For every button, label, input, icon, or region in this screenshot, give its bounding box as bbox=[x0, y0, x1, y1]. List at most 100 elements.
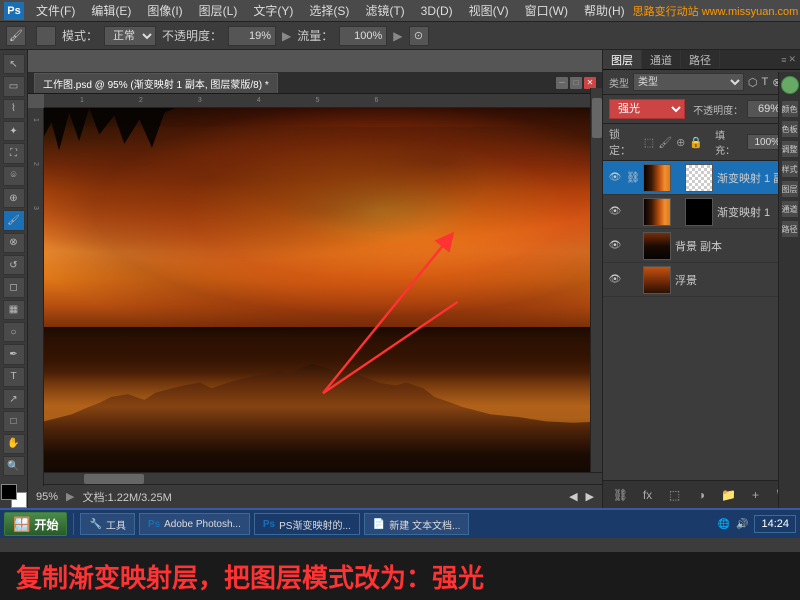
blend-mode-select[interactable]: 强光 正常 叠加 柔光 bbox=[609, 99, 685, 119]
lasso-tool[interactable]: ⌇ bbox=[3, 99, 25, 119]
taskbar-item-ps[interactable]: Ps Adobe Photosh... bbox=[139, 513, 250, 535]
move-tool[interactable]: ↖ bbox=[3, 54, 25, 74]
tab-channels[interactable]: 通道 bbox=[642, 50, 681, 69]
strip-channels[interactable]: 通道 bbox=[781, 200, 799, 218]
taskbar-item-tools[interactable]: 🔧 工具 bbox=[80, 513, 134, 535]
strip-swatches[interactable]: 色板 bbox=[781, 120, 799, 138]
tab-layers[interactable]: 图层 bbox=[603, 50, 642, 69]
eyedropper-tool[interactable]: ⌾ bbox=[3, 166, 25, 186]
layer-item-0[interactable]: 👁 ⛓ 渐变映射 1 副本... bbox=[603, 161, 800, 195]
strip-style[interactable]: 样式 bbox=[781, 160, 799, 178]
brush-preset-icon[interactable] bbox=[36, 26, 56, 46]
add-mask-btn[interactable]: ⬚ bbox=[665, 485, 685, 505]
panel-close-icon[interactable]: ✕ bbox=[788, 54, 796, 65]
taskbar-item-ps-icon: Ps bbox=[148, 519, 160, 530]
status-nav-right[interactable]: ▶ bbox=[586, 490, 594, 503]
menu-3d[interactable]: 3D(D) bbox=[413, 2, 461, 20]
menu-select[interactable]: 选择(S) bbox=[301, 0, 357, 21]
panel-menu-icon[interactable]: ≡ bbox=[781, 55, 786, 65]
lock-position-btn[interactable]: ⊕ bbox=[676, 136, 685, 149]
gradient-tool[interactable]: ▦ bbox=[3, 300, 25, 320]
h-scrollbar[interactable] bbox=[44, 472, 602, 484]
taskbar-item-ps2[interactable]: Ps PS渐变映射的... bbox=[254, 513, 360, 535]
history-brush-tool[interactable]: ↺ bbox=[3, 255, 25, 275]
layer-eye-3[interactable]: 👁 bbox=[607, 272, 623, 288]
zoom-tool[interactable]: 🔍 bbox=[3, 456, 25, 476]
add-group-btn[interactable]: 📁 bbox=[719, 485, 739, 505]
opacity-label: 不透明度： bbox=[162, 27, 222, 44]
brush-tool[interactable]: 🖌 bbox=[3, 210, 25, 230]
mode-select[interactable]: 正常 bbox=[104, 26, 156, 46]
status-arrow[interactable]: ▶ bbox=[66, 490, 74, 503]
layer-eye-1[interactable]: 👁 bbox=[607, 204, 623, 220]
eraser-tool[interactable]: ◻ bbox=[3, 277, 25, 297]
layer-link-2[interactable] bbox=[627, 238, 639, 254]
layers-list: 👁 ⛓ 渐变映射 1 副本... 👁 bbox=[603, 161, 800, 480]
fill-label: 填充： bbox=[715, 127, 743, 157]
taskbar-item-note[interactable]: 📄 新建 文本文档... bbox=[364, 513, 470, 535]
pen-tool[interactable]: ✒ bbox=[3, 344, 25, 364]
shape-tool[interactable]: □ bbox=[3, 411, 25, 431]
menu-image[interactable]: 图像(I) bbox=[139, 0, 190, 21]
layer-link-3[interactable] bbox=[627, 272, 639, 288]
expand-btn[interactable] bbox=[781, 76, 799, 94]
path-select-tool[interactable]: ↗ bbox=[3, 389, 25, 409]
marquee-tool[interactable]: ▭ bbox=[3, 76, 25, 96]
taskbar-tray: 🌐 🔊 14:24 bbox=[718, 515, 796, 533]
menu-view[interactable]: 视图(V) bbox=[461, 0, 517, 21]
v-scroll-thumb[interactable] bbox=[592, 98, 602, 138]
menu-window[interactable]: 窗口(W) bbox=[517, 0, 576, 21]
win-minimize[interactable]: ─ bbox=[556, 77, 568, 89]
strip-adjust[interactable]: 调整 bbox=[781, 140, 799, 158]
airbrush-icon[interactable]: ⊙ bbox=[409, 26, 429, 46]
layer-eye-2[interactable]: 👁 bbox=[607, 238, 623, 254]
doc-tab[interactable]: 工作图.psd @ 95% (渐变映射 1 副本, 图层蒙版/8) * bbox=[34, 73, 278, 93]
type-icon-1[interactable]: ⬡ bbox=[748, 76, 758, 89]
add-adjustment-btn[interactable]: ◑ bbox=[692, 485, 712, 505]
type-icon-2[interactable]: T bbox=[761, 76, 768, 88]
clone-tool[interactable]: ⊗ bbox=[3, 233, 25, 253]
start-button[interactable]: 🪟 开始 bbox=[4, 512, 67, 536]
crop-tool[interactable]: ⛶ bbox=[3, 143, 25, 163]
strip-paths[interactable]: 路径 bbox=[781, 220, 799, 238]
flow-input[interactable] bbox=[339, 26, 387, 46]
tab-paths[interactable]: 路径 bbox=[681, 50, 720, 69]
menu-filter[interactable]: 滤镜(T) bbox=[357, 0, 412, 21]
opacity-input[interactable] bbox=[228, 26, 276, 46]
add-layer-btn[interactable]: + bbox=[746, 485, 766, 505]
healing-tool[interactable]: ⊕ bbox=[3, 188, 25, 208]
layers-panel: 图层 通道 路径 ≡ ✕ 类型 类型 ⬡ T ⊗ fx bbox=[602, 50, 800, 508]
menu-file[interactable]: 文件(F) bbox=[28, 0, 83, 21]
strip-layers[interactable]: 图层 bbox=[781, 180, 799, 198]
annotation-bar: 复制渐变映射层，把图层模式改为：强光 bbox=[0, 552, 800, 600]
fg-color-swatch[interactable] bbox=[1, 484, 17, 500]
dodge-tool[interactable]: ○ bbox=[3, 322, 25, 342]
text-tool[interactable]: T bbox=[3, 367, 25, 387]
add-style-btn[interactable]: fx bbox=[638, 485, 658, 505]
strip-color[interactable]: 颜色 bbox=[781, 100, 799, 118]
thumb-bg-2 bbox=[644, 233, 670, 259]
lock-all-btn[interactable]: 🔒 bbox=[689, 136, 703, 149]
win-maximize[interactable]: □ bbox=[570, 77, 582, 89]
menu-help[interactable]: 帮助(H) bbox=[576, 0, 633, 21]
layer-eye-0[interactable]: 👁 bbox=[607, 170, 623, 186]
menu-layer[interactable]: 图层(L) bbox=[191, 0, 246, 21]
layer-link-1[interactable] bbox=[627, 204, 639, 220]
link-layers-btn[interactable]: ⛓ bbox=[611, 485, 631, 505]
lock-paint-btn[interactable]: 🖌 bbox=[658, 136, 672, 149]
layer-item-2[interactable]: 👁 背景 副本 bbox=[603, 229, 800, 263]
menu-edit[interactable]: 编辑(E) bbox=[83, 0, 139, 21]
layer-item-3[interactable]: 👁 浮景 🔒 bbox=[603, 263, 800, 297]
type-filter-select[interactable]: 类型 bbox=[633, 73, 744, 91]
v-scrollbar[interactable] bbox=[590, 88, 602, 472]
win-close[interactable]: ✕ bbox=[584, 77, 596, 89]
menu-text[interactable]: 文字(Y) bbox=[245, 0, 301, 21]
layer-name-3: 浮景 bbox=[675, 272, 780, 288]
status-nav-left[interactable]: ◀ bbox=[569, 490, 577, 503]
h-scroll-thumb[interactable] bbox=[84, 474, 144, 484]
layer-link-0[interactable]: ⛓ bbox=[627, 170, 639, 186]
lock-transparent-btn[interactable]: ⬚ bbox=[644, 136, 654, 149]
magic-wand-tool[interactable]: ✦ bbox=[3, 121, 25, 141]
layer-item-1[interactable]: 👁 渐变映射 1 bbox=[603, 195, 800, 229]
hand-tool[interactable]: ✋ bbox=[3, 434, 25, 454]
